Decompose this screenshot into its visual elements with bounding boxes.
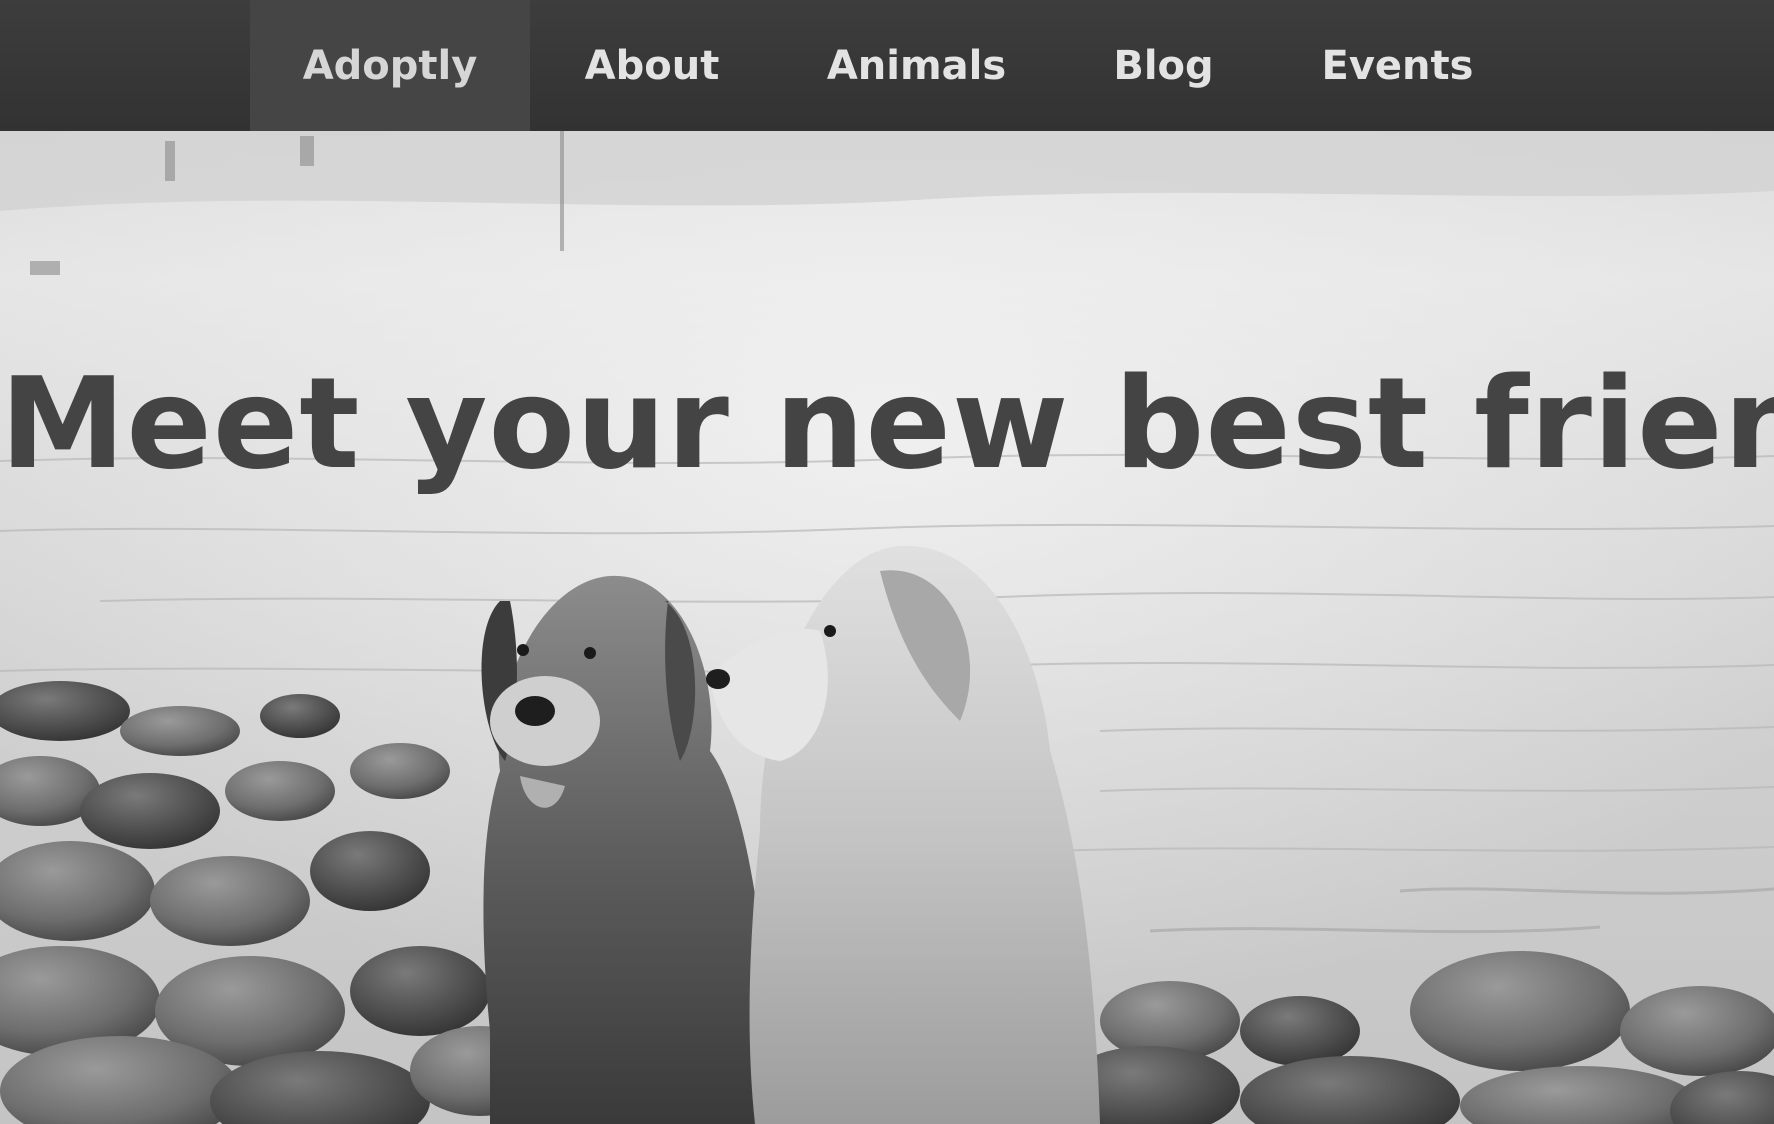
nav-link-animals[interactable]: Animals — [800, 0, 1033, 131]
top-navbar: Adoptly About Animals Blog Events — [0, 0, 1774, 131]
brand-logo-link[interactable]: Adoptly — [250, 0, 530, 131]
nav-link-blog[interactable]: Blog — [1090, 0, 1237, 131]
hero-section: Meet your new best friend. — [0, 131, 1774, 1124]
hero-headline: Meet your new best friend. — [0, 350, 1774, 498]
nav-link-events[interactable]: Events — [1300, 0, 1495, 131]
page: Adoptly About Animals Blog Events Meet y… — [0, 0, 1774, 1124]
hero-photo-dogs-on-beach — [0, 131, 1774, 1124]
nav-link-about[interactable]: About — [560, 0, 744, 131]
